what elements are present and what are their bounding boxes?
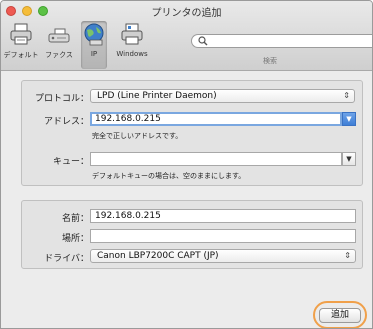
location-input[interactable] xyxy=(90,229,356,243)
search-caption: 検索 xyxy=(263,57,277,65)
search-input[interactable] xyxy=(191,34,372,48)
toolbar-default-button[interactable]: デフォルト xyxy=(3,21,39,69)
updown-arrows-icon: ⇕ xyxy=(344,251,351,260)
name-label: 名前： xyxy=(61,214,89,224)
protocol-popup[interactable]: LPD (Line Printer Daemon) ⇕ xyxy=(90,89,355,103)
protocol-value: LPD (Line Printer Daemon) xyxy=(97,91,217,101)
window-title: プリンタの追加 xyxy=(151,8,222,19)
toolbar-windows-button[interactable]: Windows xyxy=(109,21,155,69)
driver-label: ドライバ： xyxy=(44,254,89,264)
queue-input[interactable] xyxy=(90,152,342,166)
fax-icon xyxy=(48,28,70,43)
chevron-down-icon: ▼ xyxy=(346,155,352,163)
queue-history-button[interactable]: ▼ xyxy=(342,152,356,166)
add-button[interactable]: 追加 xyxy=(319,308,361,323)
address-label: アドレス： xyxy=(43,117,89,127)
address-history-button[interactable]: ▼ xyxy=(342,112,356,126)
queue-label: キュー： xyxy=(52,157,89,167)
name-input[interactable]: 192.168.0.215 xyxy=(90,209,356,223)
printer-windows-icon xyxy=(121,23,143,45)
address-hint: 完全で正しいアドレスです。 xyxy=(92,132,183,140)
globe-ip-icon xyxy=(84,23,104,46)
printer-default-icon xyxy=(10,23,32,45)
search-icon xyxy=(198,36,208,46)
toolbar-ip-button[interactable]: IP xyxy=(81,21,107,69)
location-label: 場所： xyxy=(61,234,89,244)
updown-arrows-icon: ⇕ xyxy=(343,91,350,100)
toolbar-fax-button[interactable]: ファクス xyxy=(39,21,79,69)
driver-value: Canon LBP7200C CAPT (JP) xyxy=(97,251,219,261)
driver-popup[interactable]: Canon LBP7200C CAPT (JP) ⇕ xyxy=(90,249,356,263)
add-printer-window: プリンタの追加 デフォルト ファクス IP Windows 検索 プロトコル： … xyxy=(0,0,373,329)
protocol-label: プロトコル： xyxy=(34,94,89,104)
queue-hint: デフォルトキューの場合は、空のままにします。 xyxy=(92,172,246,180)
address-input[interactable]: 192.168.0.215 xyxy=(90,112,342,126)
titlebar-toolbar: プリンタの追加 デフォルト ファクス IP Windows 検索 xyxy=(1,1,372,71)
chevron-down-icon: ▼ xyxy=(346,115,352,123)
